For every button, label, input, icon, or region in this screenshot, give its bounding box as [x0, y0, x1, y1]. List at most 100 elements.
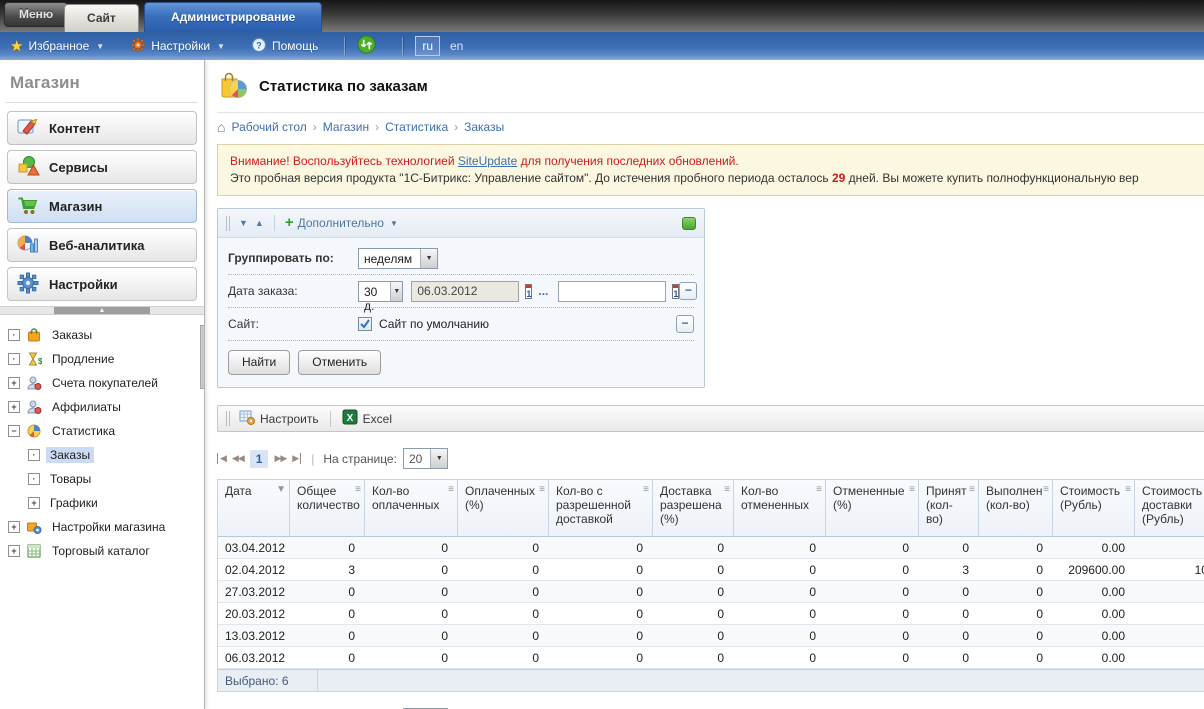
- settings-menu[interactable]: Настройки ▼: [130, 37, 225, 56]
- tree-item[interactable]: +Счета покупателей: [0, 371, 204, 395]
- tree-item[interactable]: +Настройки магазина: [0, 515, 204, 539]
- sidebar-item-1[interactable]: Сервисы: [7, 150, 197, 184]
- column-menu-icon[interactable]: ≡: [448, 483, 454, 497]
- sidebar-collapse-handle[interactable]: [200, 325, 205, 389]
- date-preset-select[interactable]: 30 д. ▼: [358, 281, 403, 302]
- column-header[interactable]: Доставка разрешена (%)≡: [653, 480, 734, 536]
- column-header[interactable]: Общее количество≡: [290, 480, 365, 536]
- lang-ru[interactable]: ru: [415, 36, 440, 56]
- svg-text:X: X: [346, 413, 353, 424]
- tree-expander-plus[interactable]: +: [8, 377, 20, 389]
- sidebar-splitter[interactable]: ▲: [0, 306, 204, 315]
- drag-handle-icon[interactable]: [226, 216, 230, 231]
- column-menu-icon[interactable]: ≡: [355, 483, 361, 497]
- tree-item[interactable]: +Торговый каталог: [0, 539, 204, 563]
- tree-expander-minus[interactable]: −: [8, 425, 20, 437]
- prev-page-button[interactable]: ◀◀: [232, 453, 244, 464]
- column-header[interactable]: Кол-во оплаченных≡: [365, 480, 458, 536]
- tree-item[interactable]: ·Заказы: [0, 443, 204, 467]
- tree-item[interactable]: +Аффилиаты: [0, 395, 204, 419]
- breadcrumb-link[interactable]: Заказы: [464, 120, 504, 134]
- column-menu-icon[interactable]: ≡: [909, 483, 915, 497]
- sidebar-item-0[interactable]: Контент: [7, 111, 197, 145]
- tree-expander-plus[interactable]: +: [8, 401, 20, 413]
- menu-button[interactable]: Меню: [4, 2, 68, 27]
- help-menu[interactable]: ? Помощь: [251, 37, 318, 56]
- sort-arrow-icon[interactable]: ▼: [276, 483, 286, 497]
- first-page-button[interactable]: ◀: [217, 453, 226, 464]
- sidebar-item-3[interactable]: Веб-аналитика: [7, 228, 197, 262]
- column-header[interactable]: Дата▼: [218, 480, 290, 536]
- per-page-select[interactable]: 20▼: [403, 448, 448, 469]
- table-cell: 0: [290, 647, 365, 668]
- remove-date-filter-button[interactable]: −: [679, 282, 697, 300]
- current-page[interactable]: 1: [250, 450, 269, 468]
- filter-collapse-button[interactable]: ▼: [239, 218, 248, 228]
- group-by-select[interactable]: неделям ▼: [358, 248, 438, 269]
- filter-expand-button[interactable]: ▲: [255, 218, 264, 228]
- tab-administration[interactable]: Администрирование: [144, 2, 322, 32]
- column-menu-icon[interactable]: ≡: [1125, 483, 1131, 497]
- column-header[interactable]: Принят (кол-во)≡: [919, 480, 979, 536]
- column-header[interactable]: Стоимость (Рубль)≡: [1053, 480, 1135, 536]
- date-from-input[interactable]: [411, 281, 519, 302]
- favorites-menu[interactable]: ★ Избранное ▼: [10, 37, 104, 55]
- cancel-button[interactable]: Отменить: [298, 350, 381, 375]
- calendar-icon[interactable]: 1: [672, 284, 679, 299]
- sidebar-item-shop[interactable]: Магазин: [7, 189, 197, 223]
- column-menu-icon[interactable]: ≡: [539, 483, 545, 497]
- next-page-button[interactable]: ▶▶: [274, 453, 286, 464]
- orders-icon: [26, 327, 42, 343]
- tree-item[interactable]: ·Заказы: [0, 323, 204, 347]
- site-default-checkbox[interactable]: [358, 317, 372, 331]
- column-menu-icon[interactable]: ≡: [643, 483, 649, 497]
- column-header[interactable]: Кол-во с разрешенной доставкой≡: [549, 480, 653, 536]
- column-header[interactable]: Кол-во отмененных≡: [734, 480, 826, 536]
- find-button[interactable]: Найти: [228, 350, 290, 375]
- tree-expander-dot[interactable]: ·: [8, 329, 20, 341]
- table-row[interactable]: 13.03.20120000000000.000.00: [218, 625, 1204, 647]
- table-cell: 0: [290, 603, 365, 624]
- filter-additional-menu[interactable]: + Дополнительно ▼: [285, 216, 398, 230]
- table-footer-row: Выбрано: 6: [218, 669, 1204, 691]
- table-row[interactable]: 06.03.20120000000000.000.00: [218, 647, 1204, 669]
- remove-site-filter-button[interactable]: −: [676, 315, 694, 333]
- date-to-input[interactable]: [558, 281, 666, 302]
- updates-button[interactable]: [357, 35, 376, 57]
- breadcrumb-link[interactable]: Рабочий стол: [231, 120, 306, 134]
- tree-expander-plus[interactable]: +: [28, 497, 40, 509]
- column-menu-icon[interactable]: ≡: [816, 483, 822, 497]
- column-menu-icon[interactable]: ≡: [969, 483, 975, 497]
- lang-en[interactable]: en: [450, 39, 463, 53]
- siteupdate-link[interactable]: SiteUpdate: [458, 154, 517, 168]
- table-row[interactable]: 03.04.20120000000000.000.00: [218, 537, 1204, 559]
- tree-expander-plus[interactable]: +: [8, 545, 20, 557]
- table-row[interactable]: 27.03.20120000000000.000.00: [218, 581, 1204, 603]
- tree-item[interactable]: ·Товары: [0, 467, 204, 491]
- column-header[interactable]: Отмененные (%)≡: [826, 480, 919, 536]
- tree-expander-dot[interactable]: ·: [28, 473, 40, 485]
- column-header[interactable]: Выполнен (кол-во)≡: [979, 480, 1053, 536]
- tree-expander-dot[interactable]: ·: [28, 449, 40, 461]
- sidebar-item-4[interactable]: Настройки: [7, 267, 197, 301]
- tree-item[interactable]: +Графики: [0, 491, 204, 515]
- tree-item[interactable]: −Статистика: [0, 419, 204, 443]
- excel-export-button[interactable]: X Excel: [342, 409, 392, 428]
- tree-item[interactable]: ·$Продление: [0, 347, 204, 371]
- column-header[interactable]: Оплаченных (%)≡: [458, 480, 549, 536]
- configure-button[interactable]: Настроить: [239, 409, 319, 428]
- column-header[interactable]: Стоимость доставки (Рубль)≡: [1135, 480, 1204, 536]
- calendar-icon[interactable]: 1: [525, 284, 532, 299]
- tab-site[interactable]: Сайт: [64, 4, 139, 32]
- column-menu-icon[interactable]: ≡: [724, 483, 730, 497]
- last-page-button[interactable]: ▶: [292, 453, 301, 464]
- tree-expander-plus[interactable]: +: [8, 521, 20, 533]
- table-row[interactable]: 02.04.2012300000030209600.001000.00: [218, 559, 1204, 581]
- drag-handle-icon[interactable]: [226, 411, 230, 426]
- table-row[interactable]: 20.03.20120000000000.000.00: [218, 603, 1204, 625]
- column-menu-icon[interactable]: ≡: [1043, 483, 1049, 497]
- tree-expander-dot[interactable]: ·: [8, 353, 20, 365]
- breadcrumb-link[interactable]: Статистика: [385, 120, 448, 134]
- breadcrumb-link[interactable]: Магазин: [323, 120, 369, 134]
- filter-pin-button[interactable]: [682, 217, 696, 230]
